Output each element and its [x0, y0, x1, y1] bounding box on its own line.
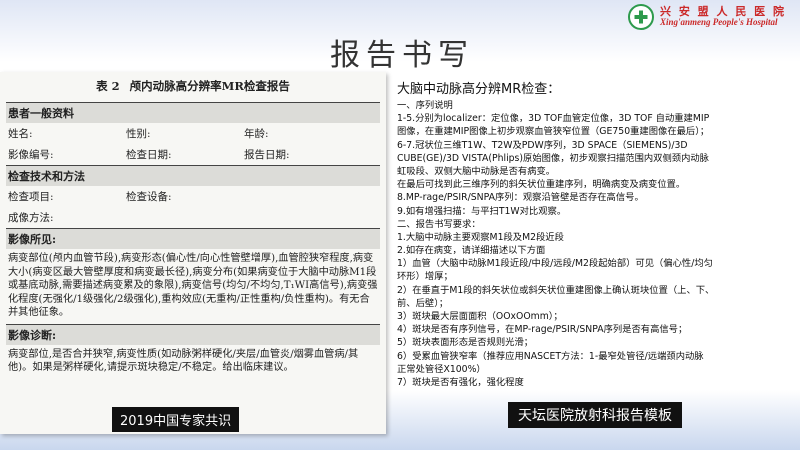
text-line: 4）斑块是否有序列信号，在MP-rage/PSIR/SNPA序列是否有高信号；: [397, 324, 688, 336]
text-line: 2.如存在病变，请详细描述以下方面: [397, 245, 546, 257]
text-line: 正常处管径X100%）: [397, 363, 486, 375]
text-line: 3）斑块最大层面面积（OOxOOmm）；: [397, 311, 563, 322]
table-caption: 表 2 颅内动脉高分辨率MR检查报告: [6, 78, 380, 94]
text-line: 1.大脑中动脉主要观察M1段及M2段近段: [397, 231, 564, 243]
text-line: 图像，在重建MIP图像上初步观察血管狭窄位置（GE750重建图像在最后）；: [397, 126, 710, 138]
text-line: 2）在垂直于M1段的斜矢状位或斜矢状位重建图像上确认斑块位置（上、下、: [397, 284, 715, 296]
diagnosis-text: 病变部位,是否合并狭窄,病变性质(如动脉粥样硬化/夹层/血管炎/烟雾血管病/其他…: [8, 348, 359, 374]
hospital-name-en: Xing'anmeng People's Hospital: [660, 17, 778, 28]
findings-text: 病变部位(颅内血管节段),病变形态(偏心性/向心性管壁增厚),血管腔狭窄程度,病…: [8, 253, 378, 319]
field-image-id: 影像编号:: [8, 149, 54, 161]
text-line: CUBE(GE)/3D VISTA(Phlips)原始图像，初步观察扫描范围内双…: [397, 152, 709, 164]
section-technique: 检查技术和方法: [6, 165, 380, 186]
source-label-consensus: 2019中国专家共识: [112, 407, 240, 432]
text-line: 在最后可找到此三维序列的斜矢状位重建序列，明确病变及病变位置。: [397, 179, 686, 191]
field-report-date: 报告日期:: [244, 149, 290, 161]
text-line: 6-7.冠状位三维T1W、T2W及PDW序列，3D SPACE（SIEMENS)…: [397, 139, 688, 151]
right-title: 大脑中动脉高分辨MR检查：: [397, 82, 561, 97]
tech-row-2: 成像方法:: [6, 207, 380, 228]
tech-row-1: 检查项目: 检查设备:: [6, 186, 380, 207]
table-number: 表 2: [96, 79, 120, 93]
text-line: 一、序列说明: [397, 100, 453, 111]
field-exam-device: 检查设备:: [126, 191, 172, 203]
text-line: 6）受累血管狭窄率（推荐应用NASCET方法：1-最窄处管径/远端颈内动脉: [397, 350, 704, 362]
section-findings: 影像所见:: [6, 228, 380, 249]
field-age: 年龄:: [244, 128, 269, 140]
section-diagnosis: 影像诊断:: [6, 323, 380, 345]
patient-row-2: 影像编号: 检查日期: 报告日期:: [6, 144, 380, 165]
text-line: 9.如有增强扫描：与平扫T1W对比观察。: [397, 205, 567, 217]
text-line: 前、后壁）；: [397, 297, 449, 309]
section-patient-info: 患者一般资料: [6, 102, 380, 123]
hospital-logo: 兴 安 盟 人 民 医 院 Xing'anmeng People's Hospi…: [628, 2, 786, 32]
field-exam-date: 检查日期:: [126, 149, 172, 161]
report-template-text: 大脑中动脉高分辨MR检查： 一、序列说明 1-5.分别为localizer：定位像…: [397, 78, 797, 389]
field-imaging-method: 成像方法:: [8, 212, 54, 224]
slide-title: 报告书写: [330, 38, 474, 73]
text-line: 虹吸段、双侧大脑中动脉是否有病变。: [397, 165, 556, 177]
consensus-report-table-image: 表 2 颅内动脉高分辨率MR检查报告 患者一般资料 姓名: 性别: 年龄: 影像编…: [0, 72, 386, 434]
hospital-emblem-icon: [628, 4, 655, 30]
slide: 兴 安 盟 人 民 医 院 Xing'anmeng People's Hospi…: [0, 0, 800, 450]
field-exam-item: 检查项目:: [8, 191, 54, 203]
field-name: 姓名:: [8, 128, 33, 140]
patient-row-1: 姓名: 性别: 年龄:: [6, 123, 380, 144]
text-line: 1）血管（大脑中动脉M1段近段/中段/远段/M2段起始部）可见（偏心性/均匀: [397, 258, 713, 270]
field-sex: 性别:: [126, 128, 151, 140]
text-line: 1-5.分别为localizer：定位像，3D TOF血管定位像，3D TOF …: [397, 113, 710, 125]
right-lines: 一、序列说明 1-5.分别为localizer：定位像，3D TOF血管定位像，3…: [397, 99, 797, 389]
source-label-tiantan: 天坛医院放射科报告模板: [508, 402, 682, 428]
text-line: 7）斑块是否有强化，强化程度: [397, 376, 524, 388]
text-line: 5）斑块表面形态是否规则光滑；: [397, 337, 534, 349]
text-line: 8.MP-rage/PSIR/SNPA序列：观察沿管壁是否存在高信号。: [397, 192, 644, 204]
table-title: 颅内动脉高分辨率MR检查报告: [129, 79, 290, 93]
text-line: 环形）增厚；: [397, 271, 453, 283]
text-line: 二、报告书写要求：: [397, 218, 481, 230]
